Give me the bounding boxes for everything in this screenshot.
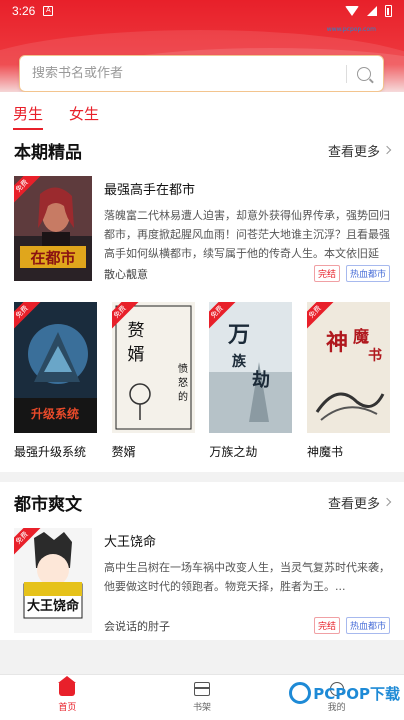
watermark: PCPOP下载: [289, 682, 400, 704]
search-icon[interactable]: [357, 66, 371, 81]
svg-text:万: 万: [227, 323, 250, 348]
svg-text:劫: 劫: [252, 370, 270, 391]
svg-text:怒: 怒: [178, 376, 188, 389]
cover-title-text: 升级系统: [31, 406, 79, 421]
battery-icon: [385, 5, 392, 17]
home-icon: [58, 676, 77, 696]
svg-text:族: 族: [232, 353, 247, 370]
section-featured: 本期精品 查看更多 在都市 免费 最强高手在都市 落魄富二代林易遭人迫害，却意外…: [0, 130, 404, 472]
section-title: 本期精品: [14, 142, 82, 163]
book-title[interactable]: 最强升级系统: [14, 443, 97, 460]
grid-book[interactable]: 神 魔 书 免费 神魔书: [306, 302, 390, 460]
section-urban: 都市爽文 查看更多 大王饶命 免费 大王饶命 高中生吕树在一场车祸中改变人生，当…: [0, 482, 404, 640]
featured-book[interactable]: 在都市 免费 最强高手在都市 落魄富二代林易遭人迫害，却意外获得仙界传承，强势回…: [14, 170, 390, 288]
cover-title-text: 在都市: [30, 249, 75, 267]
signal-icon: [367, 6, 377, 16]
svg-text:婿: 婿: [127, 345, 144, 365]
svg-text:魔: 魔: [353, 327, 370, 346]
tab-female[interactable]: 女生: [69, 103, 99, 130]
svg-text:愤: 愤: [178, 363, 188, 375]
svg-text:赘: 赘: [127, 321, 144, 341]
search-bar[interactable]: [19, 55, 384, 92]
watermark-text: PCPOP下载: [313, 684, 400, 703]
book-title[interactable]: 万族之劫: [209, 443, 292, 460]
book-cover[interactable]: 万 族 劫 免费: [209, 302, 293, 433]
tag-genre: 热血都市: [345, 265, 390, 282]
nav-home[interactable]: 首页: [0, 675, 135, 720]
view-more-label: 查看更多: [327, 496, 380, 512]
grid-book[interactable]: 万 族 劫 免费 万族之劫: [209, 302, 293, 460]
view-more-button[interactable]: 查看更多: [327, 141, 392, 160]
section-gap: [0, 472, 404, 482]
book-title[interactable]: 神魔书: [307, 443, 390, 460]
section-title: 都市爽文: [14, 494, 82, 515]
watermark-logo-icon: [289, 682, 312, 704]
chevron-right-icon: [382, 497, 392, 507]
shelf-icon: [194, 682, 210, 696]
book-cover[interactable]: 升级系统 免费: [14, 302, 97, 433]
book-cover[interactable]: 大王饶命 免费: [14, 528, 92, 633]
status-bar: 3:26 A: [0, 0, 404, 22]
svg-text:的: 的: [178, 390, 188, 403]
book-grid: 升级系统 免费 最强升级系统 赘 婿 愤 怒 的 免费 赘婿 万 族 劫 免费 …: [14, 288, 390, 472]
watermark-subtext: www.pcpop.com: [326, 26, 376, 33]
book-title[interactable]: 赘婿: [112, 443, 195, 460]
svg-text:书: 书: [368, 347, 382, 364]
book-author: 散心靓意: [104, 267, 148, 281]
main-content: 男生 女生 本期精品 查看更多 在都市 免费 最强高手在都市 落魄富二代林易遭人…: [0, 92, 404, 674]
tag-genre: 热血都市: [345, 617, 390, 634]
cover-title-text: 大王饶命: [27, 598, 80, 614]
book-description: 高中生吕树在一场车祸中改变人生，当灵气复苏时代来袭，他要做这时代的领跑者。物竞天…: [104, 561, 390, 593]
tag-status: 完结: [313, 617, 340, 634]
book-cover[interactable]: 在都市 免费: [14, 176, 92, 281]
tag-status: 完结: [313, 265, 340, 282]
book-title[interactable]: 大王饶命: [104, 531, 390, 550]
book-title[interactable]: 最强高手在都市: [104, 179, 390, 198]
grid-book[interactable]: 升级系统 免费 最强升级系统: [14, 302, 97, 460]
book-author: 会说话的肘子: [104, 619, 170, 633]
wifi-icon: [345, 6, 359, 16]
nav-label: 首页: [58, 703, 77, 713]
nav-bookshelf[interactable]: 书架: [135, 675, 270, 720]
svg-text:神: 神: [326, 330, 348, 356]
book-cover[interactable]: 神 魔 书 免费: [306, 302, 390, 433]
a-icon: A: [43, 6, 54, 16]
view-more-label: 查看更多: [327, 144, 380, 160]
grid-book[interactable]: 赘 婿 愤 怒 的 免费 赘婿: [111, 302, 195, 460]
chevron-right-icon: [382, 145, 392, 155]
nav-label: 书架: [193, 703, 212, 713]
book-description: 落魄富二代林易遭人迫害，却意外获得仙界传承，强势回归都市，再度掀起腥风血雨！问苍…: [104, 209, 390, 260]
search-divider: [346, 64, 347, 83]
tab-male[interactable]: 男生: [13, 103, 44, 130]
gender-tabs: 男生 女生: [0, 92, 404, 130]
book-cover[interactable]: 赘 婿 愤 怒 的 免费: [111, 302, 195, 433]
search-input[interactable]: [32, 66, 346, 81]
view-more-button[interactable]: 查看更多: [327, 493, 392, 512]
featured-book[interactable]: 大王饶命 免费 大王饶命 高中生吕树在一场车祸中改变人生，当灵气复苏时代来袭，他…: [14, 522, 390, 640]
status-time: 3:26: [12, 4, 36, 18]
